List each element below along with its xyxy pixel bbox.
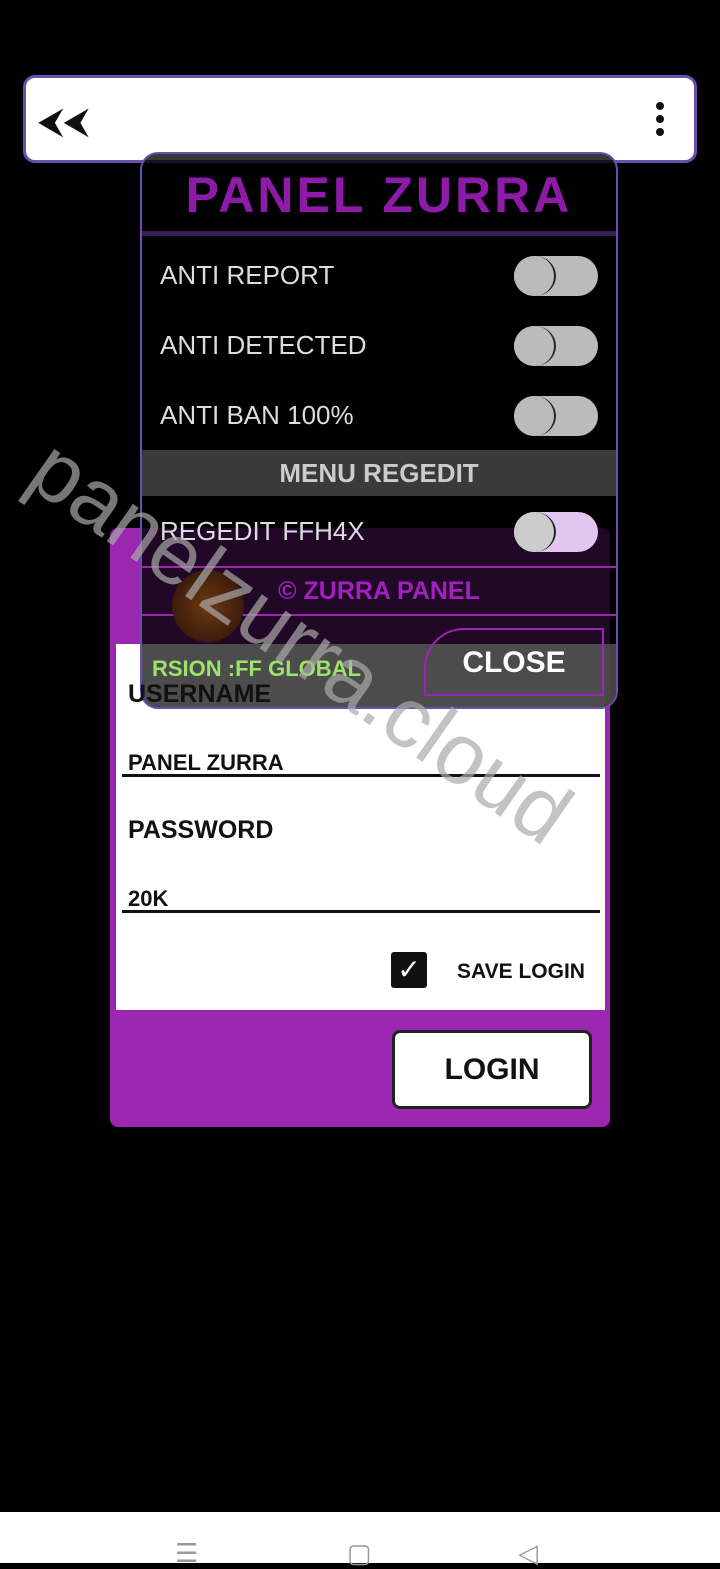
toggle-label: ANTI REPORT	[160, 260, 335, 290]
username-field[interactable]: PANEL ZURRA	[128, 750, 284, 776]
panel-title: PANEL ZURRA	[142, 154, 616, 236]
save-login-label[interactable]: SAVE LOGIN	[457, 960, 585, 984]
password-underline	[122, 910, 600, 913]
login-button[interactable]: LOGIN	[392, 1030, 592, 1109]
toggle-row-anti-report: ANTI REPORT	[142, 246, 616, 306]
toggle-label: REGEDIT FFH4X	[160, 516, 365, 546]
toggle-row-anti-detected: ANTI DETECTED	[142, 316, 616, 376]
version-text: RSION :FF GLOBAL	[152, 656, 361, 681]
menu-icon[interactable]: ☰	[175, 1538, 198, 1569]
back-triangle-icon[interactable]: ◁	[518, 1538, 538, 1569]
toggle-switch[interactable]	[514, 396, 598, 436]
toggle-switch[interactable]	[514, 256, 598, 296]
toggle-row-regedit: REGEDIT FFH4X	[142, 502, 616, 562]
credit-banner: © ZURRA PANEL	[142, 566, 616, 642]
password-field[interactable]: 20K	[128, 886, 168, 912]
save-login-checkbox[interactable]: ✓	[391, 952, 427, 988]
system-nav-bar: ☰ ▢ ◁	[0, 1512, 720, 1568]
mod-menu-panel: PANEL ZURRA ANTI REPORT ANTI DETECTED AN…	[140, 152, 618, 709]
top-bar: ⮜⮜	[23, 75, 697, 163]
toggle-label: ANTI DETECTED	[160, 330, 367, 360]
more-vertical-icon[interactable]	[656, 102, 664, 141]
toggle-switch[interactable]	[514, 326, 598, 366]
section-header: MENU REGEDIT	[142, 450, 616, 496]
toggle-row-anti-ban: ANTI BAN 100%	[142, 386, 616, 446]
avatar	[172, 570, 244, 642]
double-reply-arrow-icon[interactable]: ⮜⮜	[38, 100, 89, 143]
toggle-switch[interactable]	[514, 512, 598, 552]
toggle-label: ANTI BAN 100%	[160, 400, 354, 430]
username-label: USERNAME	[128, 680, 272, 708]
home-square-icon[interactable]: ▢	[347, 1538, 372, 1569]
username-underline	[122, 774, 600, 777]
password-label: PASSWORD	[128, 816, 274, 844]
credit-text: © ZURRA PANEL	[278, 577, 480, 605]
close-button[interactable]: CLOSE	[424, 628, 604, 696]
